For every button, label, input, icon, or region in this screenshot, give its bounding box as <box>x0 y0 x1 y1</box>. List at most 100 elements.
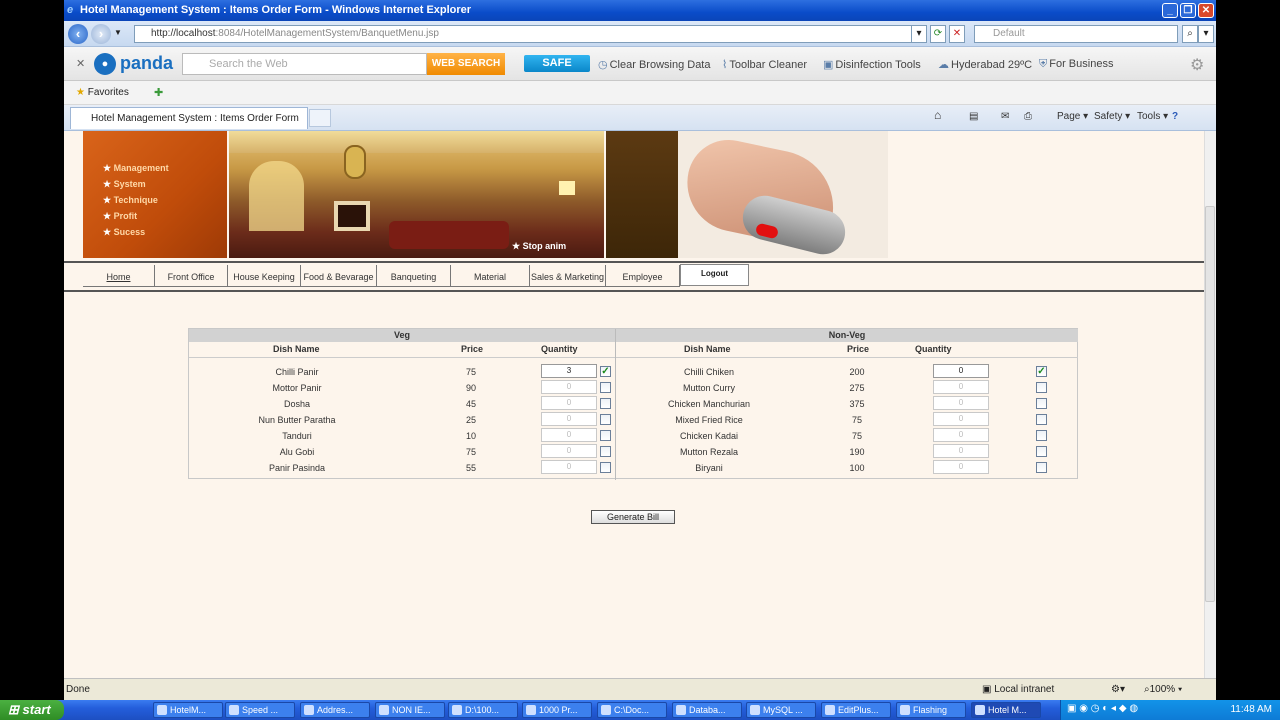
url-input[interactable]: http://localhost:8084/HotelManagementSys… <box>134 25 924 43</box>
minimize-button[interactable]: _ <box>1162 3 1178 18</box>
banner-item-sucess[interactable]: Sucess <box>103 227 227 243</box>
close-button[interactable]: ✕ <box>1198 3 1214 18</box>
computer-icon: ▣ <box>982 684 992 695</box>
web-search-input[interactable]: Search the Web <box>182 53 427 75</box>
page-menu[interactable]: Page ▾ <box>1057 111 1088 122</box>
veg-select-checkbox[interactable] <box>600 414 611 425</box>
veg-select-checkbox[interactable] <box>600 382 611 393</box>
tab-items-order-form[interactable]: Hotel Management System : Items Order Fo… <box>70 107 308 129</box>
veg-select-checkbox[interactable] <box>600 398 611 409</box>
nonveg-quantity-input[interactable]: 0 <box>933 412 989 426</box>
taskbar-item[interactable]: Flashing <box>896 702 966 718</box>
add-favorite-icon[interactable]: ✚ <box>154 86 163 99</box>
taskbar-item[interactable]: MySQL ... <box>746 702 816 718</box>
veg-select-checkbox[interactable]: ✓ <box>600 366 611 377</box>
nonveg-select-checkbox[interactable] <box>1036 398 1047 409</box>
search-provider-input[interactable]: Default <box>974 25 1178 43</box>
for-business-button[interactable]: ⛨ For Business <box>1039 58 1113 71</box>
safe-button[interactable]: SAFE <box>524 55 590 72</box>
veg-quantity-input[interactable]: 0 <box>541 396 597 410</box>
close-toolbar-icon[interactable]: ✕ <box>76 57 85 70</box>
taskbar-item[interactable]: NON IE... <box>375 702 445 718</box>
nav-employee[interactable]: Employee <box>606 265 680 287</box>
logout-button[interactable]: Logout <box>680 264 749 286</box>
taskbar-item[interactable]: Speed ... <box>225 702 295 718</box>
nav-banqueting[interactable]: Banqueting <box>377 265 451 287</box>
taskbar-item[interactable]: 1000 Pr... <box>522 702 592 718</box>
veg-quantity-input[interactable]: 0 <box>541 428 597 442</box>
banner-item-management[interactable]: Management <box>103 163 227 179</box>
tray-icons[interactable]: ▣ ◉ ◷ ◐ ◂ ◆ ◍ <box>1067 703 1138 714</box>
stop-icon[interactable]: ✕ <box>949 25 965 43</box>
toolbar-cleaner-button[interactable]: ⌇ Toolbar Cleaner <box>722 58 807 71</box>
nonveg-select-checkbox[interactable] <box>1036 462 1047 473</box>
nav-home[interactable]: Home <box>83 265 155 287</box>
nonveg-quantity-input[interactable]: 0 <box>933 380 989 394</box>
recent-pages-icon[interactable]: ▼ <box>114 28 122 37</box>
nonveg-select-checkbox[interactable] <box>1036 414 1047 425</box>
favorites-button[interactable]: ★ Favorites <box>76 87 129 98</box>
taskbar-item[interactable]: EditPlus... <box>821 702 891 718</box>
web-search-button[interactable]: WEB SEARCH <box>427 53 505 75</box>
veg-quantity-input[interactable]: 0 <box>541 460 597 474</box>
nav-front-office[interactable]: Front Office <box>155 265 228 287</box>
veg-select-checkbox[interactable] <box>600 430 611 441</box>
nonveg-quantity-input[interactable]: 0 <box>933 460 989 474</box>
taskbar-item[interactable]: HotelM... <box>153 702 223 718</box>
tools-menu[interactable]: Tools ▾ <box>1137 111 1168 122</box>
new-tab-button[interactable] <box>309 109 331 127</box>
forward-button[interactable]: › <box>91 24 111 44</box>
back-button[interactable]: ‹ <box>68 24 88 44</box>
gear-icon[interactable]: ⚙ <box>1190 55 1204 75</box>
veg-select-checkbox[interactable] <box>600 446 611 457</box>
nonveg-select-checkbox[interactable] <box>1036 382 1047 393</box>
protected-mode-icon[interactable]: ⚙▾ <box>1111 684 1125 695</box>
veg-quantity-input[interactable]: 0 <box>541 380 597 394</box>
feeds-icon[interactable]: ▤ <box>969 111 978 122</box>
refresh-icon[interactable]: ⟳ <box>930 25 946 43</box>
banner-item-system[interactable]: System <box>103 179 227 195</box>
help-icon[interactable]: ? <box>1172 111 1178 122</box>
nonveg-select-checkbox[interactable] <box>1036 430 1047 441</box>
nonveg-quantity-input[interactable]: 0 <box>933 444 989 458</box>
taskbar-item[interactable]: Databa... <box>672 702 742 718</box>
restore-button[interactable]: ❐ <box>1180 3 1196 18</box>
taskbar-item-label: HotelM... <box>170 705 207 715</box>
taskbar-item[interactable]: Hotel M... <box>971 702 1041 718</box>
taskbar-item[interactable]: Addres... <box>300 702 370 718</box>
start-button[interactable]: ⊞ start <box>0 700 64 720</box>
veg-quantity-input[interactable]: 3 <box>541 364 597 378</box>
nav-bottom-rule <box>64 290 1204 292</box>
scrollbar-thumb[interactable] <box>1205 206 1215 602</box>
search-options-icon[interactable]: ▾ <box>1198 25 1214 43</box>
generate-bill-button[interactable]: Generate Bill <box>591 510 675 524</box>
nonveg-select-checkbox[interactable] <box>1036 446 1047 457</box>
banner-item-technique[interactable]: Technique <box>103 195 227 211</box>
nav-food-bevarage[interactable]: Food & Bevarage <box>301 265 377 287</box>
nav-sales-marketing[interactable]: Sales & Marketing <box>530 265 606 287</box>
taskbar-item[interactable]: C:\Doc... <box>597 702 667 718</box>
nav-house-keeping[interactable]: House Keeping <box>228 265 301 287</box>
stop-animation-link[interactable]: ★ Stop anim <box>512 241 566 252</box>
nav-material[interactable]: Material <box>451 265 530 287</box>
taskbar-item[interactable]: D:\100... <box>448 702 518 718</box>
weather-button[interactable]: ☁ Hyderabad 29ºC <box>938 58 1032 71</box>
veg-select-checkbox[interactable] <box>600 462 611 473</box>
safety-menu[interactable]: Safety ▾ <box>1094 111 1130 122</box>
mail-icon[interactable]: ✉ <box>1001 111 1009 122</box>
nonveg-price-header: Price <box>847 344 870 354</box>
nonveg-quantity-input[interactable]: 0 <box>933 428 989 442</box>
home-icon[interactable]: ⌂ <box>934 108 941 122</box>
veg-quantity-input[interactable]: 0 <box>541 412 597 426</box>
nonveg-select-checkbox[interactable]: ✓ <box>1036 366 1047 377</box>
url-dropdown-icon[interactable]: ▾ <box>911 25 927 43</box>
nonveg-quantity-input[interactable]: 0 <box>933 396 989 410</box>
search-icon[interactable]: ⌕ <box>1182 25 1198 43</box>
clear-browsing-data-button[interactable]: ◷ Clear Browsing Data <box>598 58 710 71</box>
disinfection-tools-button[interactable]: ▣ Disinfection Tools <box>823 58 921 71</box>
veg-quantity-input[interactable]: 0 <box>541 444 597 458</box>
banner-item-profit[interactable]: Profit <box>103 211 227 227</box>
zoom-control[interactable]: ⌕100% ▾ <box>1144 684 1182 695</box>
nonveg-quantity-input[interactable]: 0 <box>933 364 989 378</box>
print-icon[interactable]: ⎙ <box>1024 111 1032 122</box>
